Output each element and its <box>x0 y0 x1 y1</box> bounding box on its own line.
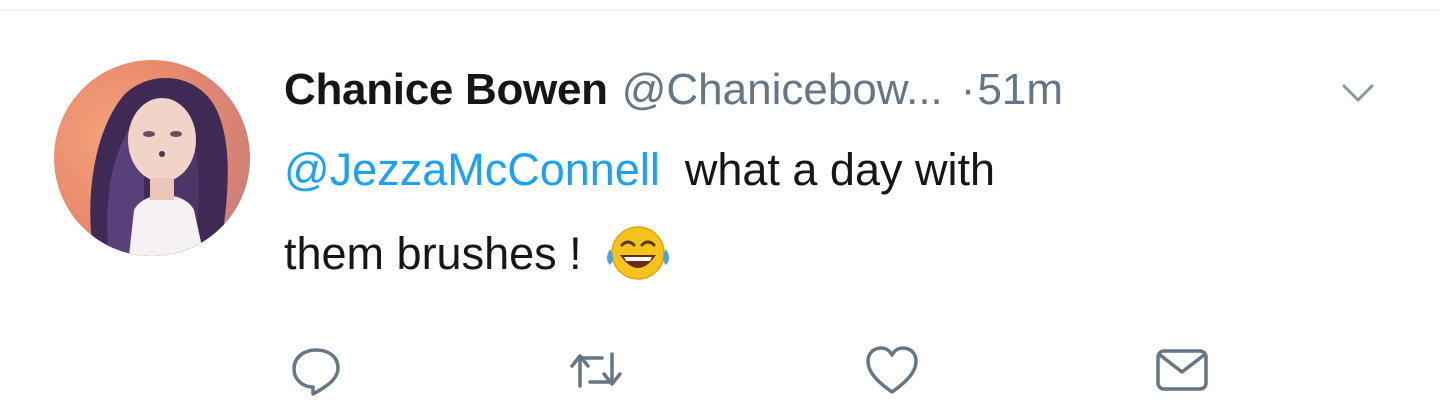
chevron-down-icon[interactable] <box>1338 78 1378 108</box>
tweet-text-line1: what a day with <box>684 144 996 195</box>
face-with-tears-of-joy-icon <box>602 215 674 287</box>
tweet[interactable]: Chanice Bowen @Chanicebow... · 51m @Jezz… <box>0 0 1440 419</box>
author-name[interactable]: Chanice Bowen <box>284 65 608 115</box>
retweet-icon[interactable] <box>566 340 626 400</box>
direct-message-icon[interactable] <box>1152 340 1212 400</box>
separator-dot: · <box>960 65 976 114</box>
mention-link[interactable]: @JezzaMcConnell <box>284 144 660 195</box>
action-bar <box>0 340 1440 400</box>
timestamp[interactable]: 51m <box>977 65 1063 115</box>
like-icon[interactable] <box>862 340 922 400</box>
reply-icon[interactable] <box>286 340 346 400</box>
tweet-text: @JezzaMcConnell what a day with them bru… <box>284 128 1364 296</box>
author-handle[interactable]: @Chanicebow... <box>622 65 943 115</box>
tweet-text-line2: them brushes ! <box>284 228 582 279</box>
avatar[interactable] <box>54 60 250 256</box>
tweet-header: Chanice Bowen @Chanicebow... · 51m <box>284 60 1063 120</box>
